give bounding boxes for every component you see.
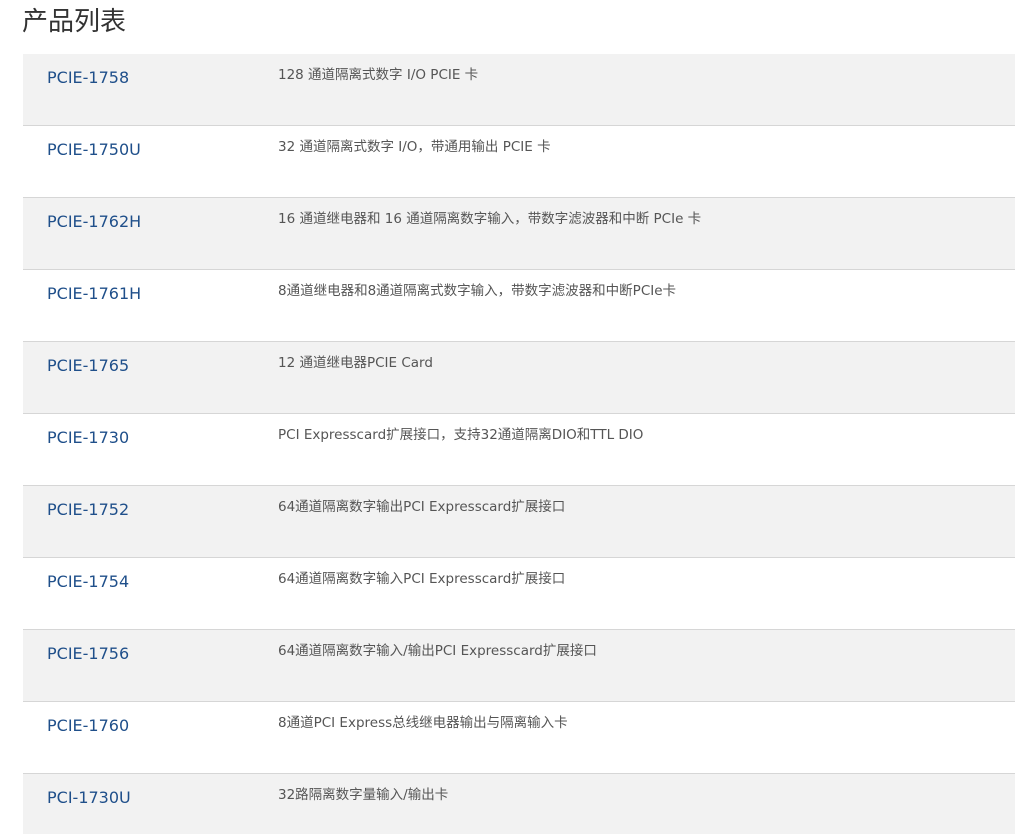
product-description: PCI Expresscard扩展接口，支持32通道隔离DIO和TTL DIO	[278, 427, 644, 443]
product-description: 8通道PCI Express总线继电器输出与隔离输入卡	[278, 715, 568, 731]
product-link[interactable]: PCIE-1730	[47, 427, 129, 449]
table-row: PCIE-1758 128 通道隔离式数字 I/O PCIE 卡	[23, 54, 1015, 126]
table-row: PCI-1730U 32路隔离数字量输入/输出卡	[23, 774, 1015, 834]
table-row: PCIE-1765 12 通道继电器PCIE Card	[23, 342, 1015, 414]
table-row: PCIE-1730 PCI Expresscard扩展接口，支持32通道隔离DI…	[23, 414, 1015, 486]
product-link[interactable]: PCIE-1765	[47, 355, 129, 377]
table-row: PCIE-1752 64通道隔离数字输出PCI Expresscard扩展接口	[23, 486, 1015, 558]
page-title: 产品列表	[22, 7, 127, 37]
table-row: PCIE-1762H 16 通道继电器和 16 通道隔离数字输入，带数字滤波器和…	[23, 198, 1015, 270]
product-description: 64通道隔离数字输入PCI Expresscard扩展接口	[278, 571, 566, 587]
product-description: 32 通道隔离式数字 I/O，带通用输出 PCIE 卡	[278, 139, 551, 155]
product-link[interactable]: PCIE-1752	[47, 499, 129, 521]
table-row: PCIE-1756 64通道隔离数字输入/输出PCI Expresscard扩展…	[23, 630, 1015, 702]
product-description: 64通道隔离数字输入/输出PCI Expresscard扩展接口	[278, 643, 597, 659]
product-link[interactable]: PCIE-1758	[47, 67, 129, 89]
product-link[interactable]: PCI-1730U	[47, 787, 131, 809]
product-link[interactable]: PCIE-1760	[47, 715, 129, 737]
product-description: 8通道继电器和8通道隔离式数字输入，带数字滤波器和中断PCIe卡	[278, 283, 677, 299]
product-description: 64通道隔离数字输出PCI Expresscard扩展接口	[278, 499, 566, 515]
product-link[interactable]: PCIE-1754	[47, 571, 129, 593]
product-description: 32路隔离数字量输入/输出卡	[278, 787, 449, 803]
product-link[interactable]: PCIE-1762H	[47, 211, 141, 233]
product-description: 12 通道继电器PCIE Card	[278, 355, 433, 371]
product-link[interactable]: PCIE-1761H	[47, 283, 141, 305]
table-row: PCIE-1754 64通道隔离数字输入PCI Expresscard扩展接口	[23, 558, 1015, 630]
product-description: 128 通道隔离式数字 I/O PCIE 卡	[278, 67, 479, 83]
table-row: PCIE-1760 8通道PCI Express总线继电器输出与隔离输入卡	[23, 702, 1015, 774]
table-row: PCIE-1761H 8通道继电器和8通道隔离式数字输入，带数字滤波器和中断PC…	[23, 270, 1015, 342]
product-link[interactable]: PCIE-1756	[47, 643, 129, 665]
product-link[interactable]: PCIE-1750U	[47, 139, 141, 161]
product-description: 16 通道继电器和 16 通道隔离数字输入，带数字滤波器和中断 PCIe 卡	[278, 211, 702, 227]
table-row: PCIE-1750U 32 通道隔离式数字 I/O，带通用输出 PCIE 卡	[23, 126, 1015, 198]
product-list: PCIE-1758 128 通道隔离式数字 I/O PCIE 卡 PCIE-17…	[23, 54, 1015, 834]
